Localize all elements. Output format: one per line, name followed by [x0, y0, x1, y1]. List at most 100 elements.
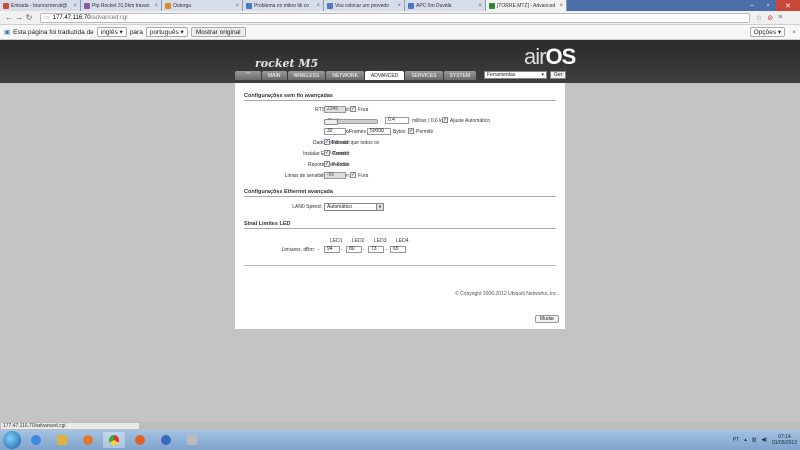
media-player-icon: [83, 435, 93, 445]
led1-input[interactable]: 94: [324, 246, 340, 253]
menu-icon[interactable]: ≡: [778, 14, 782, 22]
airos-nav-tabs: ⌒ MAIN WIRELESS NETWORK ADVANCED SERVICE…: [235, 71, 477, 80]
close-tab-icon[interactable]: ×: [314, 3, 320, 9]
rts-input[interactable]: 2346: [324, 106, 346, 113]
close-window-icon[interactable]: ✕: [776, 0, 800, 11]
taskbar-media[interactable]: [77, 432, 99, 448]
sensitivity-off-label: Fora: [358, 173, 369, 179]
page-icon: ▭: [44, 15, 50, 21]
rocket-logo: rocket M5: [255, 57, 319, 70]
tray-arrow-icon[interactable]: ▴: [744, 437, 747, 443]
browser-tab[interactable]: Outorga ×: [162, 0, 243, 11]
extra-report-allow-label: Permitir: [332, 162, 350, 168]
change-button[interactable]: Mudar: [535, 315, 560, 323]
maximize-icon[interactable]: ▫: [760, 0, 776, 11]
ethernet-section-title: Configurações Ethernet avançada: [244, 189, 556, 197]
copyright-text: © Copyright 2006-2012 Ubiquiti Networks,…: [455, 291, 558, 297]
browser-tab[interactable]: Ptp Rocket 31,5km travan ×: [81, 0, 162, 11]
volume-icon[interactable]: ◀): [761, 437, 767, 443]
airos-header: rocket M5 airOS ⌒ MAIN WIRELESS NETWORK …: [0, 40, 800, 83]
page-content: rocket M5 airOS ⌒ MAIN WIRELESS NETWORK …: [0, 40, 800, 422]
clock[interactable]: 07:14 01/05/2013: [772, 434, 797, 446]
led3-header: LED3: [374, 238, 387, 244]
forum-icon: [84, 2, 90, 9]
minus-sign: -: [385, 247, 387, 253]
folder-icon: [57, 435, 67, 445]
multicast-checkbox[interactable]: ✓: [324, 139, 330, 145]
ubiquiti-logo-tab[interactable]: ⌒: [235, 71, 261, 80]
show-original-button[interactable]: Mostrar original: [190, 27, 246, 37]
distance-slider-thumb[interactable]: [324, 118, 338, 125]
tab-main[interactable]: MAIN: [262, 71, 287, 80]
led4-input[interactable]: 65: [390, 246, 406, 253]
erp-checkbox[interactable]: ✓: [324, 150, 330, 156]
from-language-select[interactable]: inglês ▾: [96, 27, 127, 37]
taskbar-explorer[interactable]: [51, 432, 73, 448]
minimize-icon[interactable]: –: [744, 0, 760, 11]
rts-off-checkbox[interactable]: ✓: [350, 106, 356, 112]
browser-tab[interactable]: Problema no mikro tik co ×: [243, 0, 324, 11]
close-tab-icon[interactable]: ×: [395, 3, 401, 9]
close-tab-icon[interactable]: ×: [152, 3, 158, 9]
close-tab-icon[interactable]: ×: [557, 3, 563, 9]
page-icon: [165, 2, 171, 9]
taskbar-chrome[interactable]: [103, 432, 125, 448]
lan-speed-select[interactable]: Automático ▼: [324, 203, 384, 211]
tab-advanced[interactable]: ADVANCED: [364, 71, 405, 80]
sensitivity-off-checkbox[interactable]: ✓: [350, 172, 356, 178]
led-section-title: Sinal Limites LED: [244, 221, 556, 229]
taskbar: PT ▴ ▥ ◀) 07:14 01/05/2013: [0, 430, 800, 450]
close-translate-icon[interactable]: ×: [792, 29, 796, 36]
star-icon[interactable]: ☆: [756, 14, 762, 22]
forum-icon: [408, 2, 414, 9]
block-icon[interactable]: ⊘: [767, 14, 773, 22]
tab-system[interactable]: SYSTEM: [443, 71, 477, 80]
rts-off-label: Fora: [358, 107, 369, 113]
start-button[interactable]: [3, 431, 21, 449]
auto-adjust-checkbox[interactable]: ✓: [442, 117, 448, 123]
network-icon[interactable]: ▥: [752, 437, 757, 443]
led2-input[interactable]: 80: [346, 246, 362, 253]
browser-tab[interactable]: APC 5m Duvida ×: [405, 0, 486, 11]
airos-logo: airOS: [524, 44, 576, 69]
taskbar-winbox[interactable]: [181, 432, 203, 448]
minus-sign: -: [341, 247, 343, 253]
extra-report-checkbox[interactable]: ✓: [324, 161, 330, 167]
taskbar-firefox[interactable]: [129, 432, 151, 448]
tab-network[interactable]: NETWORK: [326, 71, 364, 80]
tools-select[interactable]: Ferramentas ▾: [484, 71, 547, 79]
close-tab-icon[interactable]: ×: [476, 3, 482, 9]
close-tab-icon[interactable]: ×: [71, 3, 77, 9]
close-tab-icon[interactable]: ×: [233, 3, 239, 9]
browser-tab-active[interactable]: [TORRE.MTZ] - Advanced ×: [486, 0, 567, 11]
url-input[interactable]: ▭ 177.47.116.70/advanced.cgi: [40, 12, 750, 23]
tab-wireless[interactable]: WIRELESS: [287, 71, 326, 80]
tools-go-button[interactable]: Ger: [550, 71, 567, 79]
aggregation-allow-label: Permitir: [416, 129, 434, 135]
system-tray: PT ▴ ▥ ◀) 07:14 01/05/2013: [733, 434, 797, 446]
aggregation-allow-checkbox[interactable]: ✓: [408, 128, 414, 134]
ubiquiti-icon: [489, 2, 495, 9]
address-bar: ← → ↻ ▭ 177.47.116.70/advanced.cgi ☆ ⊘ ≡: [0, 11, 800, 25]
distance-input[interactable]: 0.4: [385, 117, 409, 124]
internet-explorer-icon: [31, 435, 41, 445]
led3-input[interactable]: 73: [368, 246, 384, 253]
taskbar-ie[interactable]: [25, 432, 47, 448]
forward-icon[interactable]: →: [14, 13, 24, 22]
aggregation-frames-input[interactable]: 32: [324, 128, 346, 135]
back-icon[interactable]: ←: [4, 13, 14, 22]
taskbar-app[interactable]: [155, 432, 177, 448]
forum-icon: [327, 2, 333, 9]
reload-icon[interactable]: ↻: [24, 13, 34, 22]
translate-options-button[interactable]: Opções ▾: [749, 27, 786, 37]
browser-tab[interactable]: Vou colocar um provedo ×: [324, 0, 405, 11]
language-indicator[interactable]: PT: [733, 437, 739, 443]
to-language-select[interactable]: português ▾: [145, 27, 188, 37]
erp-allow-label: Permitir: [332, 151, 350, 157]
url-path: /advanced.cgi: [90, 14, 128, 21]
browser-tab[interactable]: Entrada - brunocmeruti@ ×: [0, 0, 81, 11]
aggregation-bytes-input[interactable]: 50000: [367, 128, 391, 135]
sensitivity-input[interactable]: -96: [324, 172, 346, 179]
multicast-allow-label: Permitir que todos os: [332, 140, 380, 146]
tab-services[interactable]: SERVICES: [405, 71, 443, 80]
